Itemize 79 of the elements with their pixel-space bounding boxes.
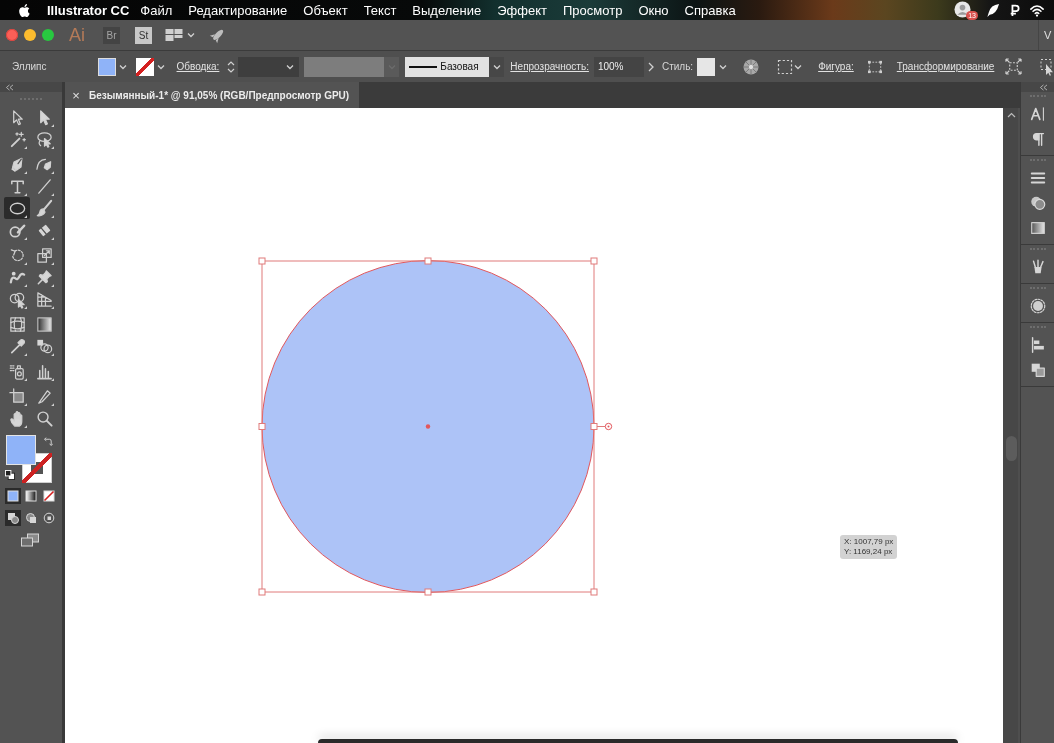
- chevron-right-icon[interactable]: [647, 61, 654, 72]
- menu-item[interactable]: Просмотр: [563, 2, 623, 18]
- lasso-icon: [34, 129, 54, 149]
- symbol-circle-icon: [1028, 296, 1047, 315]
- none-slash-icon: [43, 490, 55, 502]
- fill-mode-button[interactable]: [5, 488, 21, 504]
- coordinate-readout: Y: 1169,24 px: [844, 547, 894, 557]
- gradient-fill-icon: [25, 490, 37, 502]
- collapse-chevrons-icon[interactable]: [1039, 83, 1048, 91]
- fill-color-swatch[interactable]: [6, 435, 36, 465]
- style-label: Стиль:: [661, 61, 694, 72]
- stepper-arrows-icon[interactable]: [227, 59, 236, 74]
- menu-item[interactable]: Выделение: [412, 2, 482, 18]
- app-menu[interactable]: Illustrator CC: [47, 2, 130, 18]
- avatar-icon[interactable]: [954, 1, 971, 18]
- opacity-field[interactable]: 100%: [593, 56, 644, 77]
- gradient-square-icon: [34, 314, 54, 334]
- close-tab-button[interactable]: ×: [71, 88, 81, 102]
- feather-icon[interactable]: [985, 2, 1000, 18]
- draw-mode-button[interactable]: [5, 510, 21, 526]
- character-icon: [1028, 104, 1047, 123]
- app-logo: Ai: [69, 24, 85, 46]
- wifi-icon[interactable]: [1029, 3, 1045, 17]
- fill-mode-button[interactable]: [23, 488, 39, 504]
- transform-panel-link[interactable]: Трансформирование: [896, 61, 995, 72]
- default-colors-icon[interactable]: [5, 470, 15, 480]
- dashed-square-icon[interactable]: [777, 58, 794, 75]
- draw-normal-icon: [7, 512, 19, 524]
- shape-panel-link[interactable]: Фигура:: [818, 61, 854, 72]
- close-window-button[interactable]: [6, 29, 18, 41]
- hand-icon: [7, 408, 27, 428]
- fit-arrows-icon[interactable]: [1005, 58, 1023, 75]
- coordinate-readout: X: 1007,79 px: [844, 537, 894, 547]
- draw-mode-button[interactable]: [41, 510, 57, 526]
- draw-mode-button[interactable]: [23, 510, 39, 526]
- vertical-scrollbar[interactable]: [1003, 108, 1020, 743]
- menu-item[interactable]: Объект: [303, 2, 348, 18]
- perspective-grid-icon: [34, 289, 54, 309]
- screen-mode-icon[interactable]: [20, 533, 40, 547]
- stroke-panel-link[interactable]: Обводка:: [176, 61, 220, 72]
- graphic-style-swatch[interactable]: [697, 57, 716, 76]
- caret-up-icon[interactable]: [1007, 112, 1016, 118]
- selection-type-label: Эллипс: [12, 61, 47, 72]
- apple-logo-icon[interactable]: [18, 2, 31, 18]
- color-wheel-icon[interactable]: [743, 58, 760, 75]
- opacity-panel-link[interactable]: Непрозрачность:: [510, 61, 589, 72]
- paintbrush-icon: [34, 198, 54, 218]
- fill-mode-button[interactable]: [41, 488, 57, 504]
- workspace-layout-icon[interactable]: [165, 28, 183, 42]
- document-tab[interactable]: × Безымянный-1* @ 91,05% (RGB/Предпросмотр GPU): [65, 82, 360, 108]
- document-title: Безымянный-1* @ 91,05% (RGB/Предпросмотр GPU): [89, 89, 350, 101]
- solid-fill-icon: [7, 490, 19, 502]
- swap-arrows-icon[interactable]: [44, 437, 53, 446]
- app-launch-button[interactable]: St: [135, 26, 152, 44]
- zoom-window-button[interactable]: [42, 29, 54, 41]
- center-point: [425, 424, 431, 429]
- menu-item[interactable]: Редактирование: [188, 2, 288, 18]
- collapse-chevrons-icon[interactable]: [5, 83, 14, 91]
- menu-item[interactable]: Эффект: [497, 2, 547, 18]
- pie-widget-handle[interactable]: [596, 422, 613, 431]
- stroke-swatch[interactable]: [135, 57, 154, 76]
- menu-item[interactable]: Справка: [684, 2, 736, 18]
- artboard-icon: [7, 386, 27, 406]
- menu-item[interactable]: Текст: [363, 2, 397, 18]
- p-logo-icon[interactable]: [1009, 2, 1020, 18]
- draw-inside-icon: [43, 512, 55, 524]
- tool-button[interactable]: [4, 197, 30, 219]
- stroke-weight-field[interactable]: [238, 56, 300, 77]
- pointer-in-square-icon[interactable]: [1040, 57, 1054, 76]
- shape-bounds-icon[interactable]: [866, 59, 883, 74]
- workspace-switcher[interactable]: V: [1039, 29, 1054, 41]
- draw-behind-icon: [25, 512, 37, 524]
- minimize-window-button[interactable]: [24, 29, 36, 41]
- mesh-icon: [7, 314, 27, 334]
- line-sample-icon: [409, 65, 438, 68]
- fill-swatch[interactable]: [97, 57, 116, 76]
- menu-item[interactable]: Файл: [140, 2, 173, 18]
- scale-icon: [34, 245, 54, 265]
- menu-item[interactable]: Окно: [638, 2, 669, 18]
